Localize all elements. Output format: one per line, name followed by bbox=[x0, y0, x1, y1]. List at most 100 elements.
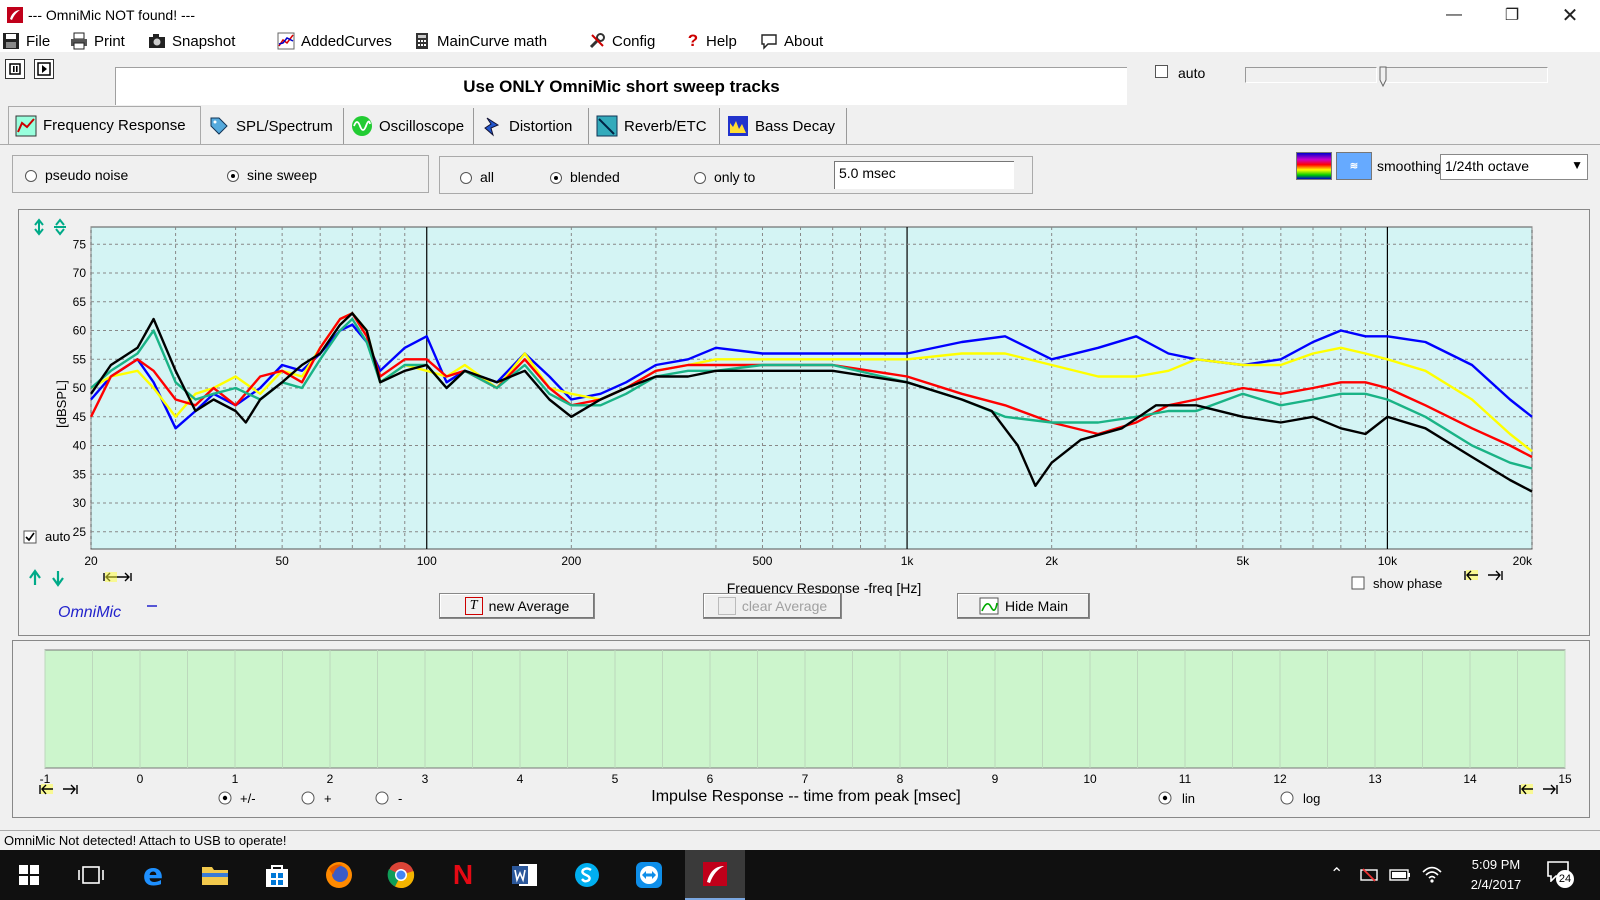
taskbar-skype[interactable] bbox=[558, 850, 616, 900]
y-shift-buttons[interactable] bbox=[29, 569, 64, 587]
tab-bass-decay[interactable]: Bass Decay bbox=[721, 108, 847, 144]
tab-reverb-etc-label: Reverb/ETC bbox=[624, 117, 707, 135]
tray-chevron-up-icon[interactable]: ⌃ bbox=[1330, 864, 1343, 884]
show-phase-checkbox[interactable] bbox=[1351, 576, 1365, 590]
impulse-tick-label: 3 bbox=[422, 772, 429, 786]
clock-date[interactable]: 2/4/2017 bbox=[1454, 877, 1538, 892]
play-button[interactable] bbox=[34, 59, 54, 79]
taskbar-file-explorer[interactable] bbox=[186, 850, 244, 900]
close-button[interactable]: ✕ bbox=[1541, 0, 1599, 30]
auto-scale-control[interactable]: auto bbox=[23, 529, 70, 544]
battery-icon[interactable] bbox=[1389, 866, 1411, 884]
menu-snapshot[interactable]: Snapshot bbox=[148, 31, 235, 51]
y-expand-icon[interactable] bbox=[34, 218, 44, 236]
menu-file[interactable]: File bbox=[2, 31, 50, 51]
menu-addedcurves[interactable]: AddedCurves bbox=[277, 31, 392, 51]
taskbar-store[interactable] bbox=[248, 850, 306, 900]
tag-icon bbox=[210, 117, 228, 135]
only-to-radio[interactable] bbox=[694, 172, 706, 184]
x-shift-buttons-right[interactable] bbox=[1464, 570, 1503, 581]
all-radio[interactable] bbox=[460, 172, 472, 184]
arrow-right-icon-2[interactable] bbox=[1488, 570, 1503, 581]
y-zoom-buttons[interactable] bbox=[34, 218, 66, 236]
y-axis-label: [dBSPL] bbox=[54, 380, 69, 428]
level-slider-left[interactable] bbox=[1245, 67, 1377, 83]
x-shift-buttons-left[interactable] bbox=[103, 572, 132, 582]
taskbar-firefox[interactable] bbox=[310, 850, 368, 900]
taskbar-teamviewer[interactable] bbox=[620, 850, 678, 900]
windows-logo-icon bbox=[19, 865, 39, 885]
tab-strip-divider bbox=[0, 144, 1600, 145]
tab-oscilloscope[interactable]: Oscilloscope bbox=[345, 108, 474, 144]
clock-time[interactable]: 5:09 PM bbox=[1454, 857, 1538, 872]
x-tick-label: 200 bbox=[561, 554, 581, 568]
arrow-down-icon[interactable] bbox=[52, 571, 64, 587]
impulse-shift-right[interactable] bbox=[1519, 784, 1558, 795]
action-center-button[interactable]: 24 bbox=[1546, 860, 1576, 890]
tab-frequency-response[interactable]: Frequency Response bbox=[8, 106, 201, 144]
minimize-button[interactable]: — bbox=[1425, 0, 1483, 30]
level-slider-right[interactable] bbox=[1379, 66, 1548, 88]
taskbar-edge[interactable]: e bbox=[124, 850, 182, 900]
x-tick-label: 50 bbox=[275, 554, 289, 568]
impulse-shift-left[interactable] bbox=[39, 784, 78, 795]
menu-snapshot-label: Snapshot bbox=[172, 32, 236, 50]
graph-curves-icon bbox=[277, 32, 295, 50]
taskbar-word[interactable] bbox=[496, 850, 554, 900]
pause-button[interactable] bbox=[5, 59, 25, 79]
tab-spl-spectrum[interactable]: SPL/Spectrum bbox=[202, 108, 344, 144]
arrow-right-icon-4[interactable] bbox=[1543, 784, 1558, 795]
polarity-minus-label: - bbox=[398, 791, 402, 806]
y-tick-label: 70 bbox=[73, 266, 87, 280]
start-button[interactable] bbox=[0, 850, 58, 900]
tab-reverb-etc[interactable]: Reverb/ETC bbox=[590, 108, 720, 144]
smoothing-select[interactable]: 1/24th octave ▼ bbox=[1440, 154, 1588, 180]
polarity-minus-radio[interactable] bbox=[375, 791, 389, 805]
tab-distortion[interactable]: Distortion bbox=[475, 108, 589, 144]
blended-radio[interactable] bbox=[550, 172, 562, 184]
auto-checkbox[interactable] bbox=[1155, 65, 1168, 78]
log-radio[interactable] bbox=[1280, 791, 1294, 805]
new-average-button[interactable]: T new Average bbox=[439, 593, 595, 619]
arrow-up-icon[interactable] bbox=[29, 569, 41, 585]
menu-maincurve-math[interactable]: MainCurve math bbox=[413, 31, 547, 51]
frequency-response-chart: 25 30 35 40 45 50 55 60 65 70 75 20 50 100 200 500 1k 2k 5… bbox=[23, 218, 1533, 621]
sine-sweep-radio[interactable] bbox=[227, 170, 239, 182]
menu-about[interactable]: About bbox=[760, 31, 823, 51]
instruction-banner: Use ONLY OmniMic short sweep tracks bbox=[115, 67, 1127, 105]
taskbar-omnimic[interactable] bbox=[685, 850, 745, 900]
spectrogram-button[interactable]: ≋ bbox=[1336, 152, 1372, 180]
menu-config[interactable]: Config bbox=[588, 31, 655, 51]
menu-maincurve-math-label: MainCurve math bbox=[437, 32, 548, 50]
show-phase-control[interactable]: show phase bbox=[1351, 576, 1442, 591]
smoothing-label: smoothing bbox=[1377, 158, 1442, 174]
log-label: log bbox=[1303, 791, 1320, 806]
window-time-input[interactable]: 5.0 msec bbox=[834, 161, 1014, 189]
pseudo-noise-radio[interactable] bbox=[25, 170, 37, 182]
hide-main-button[interactable]: Hide Main bbox=[957, 593, 1090, 619]
menu-print[interactable]: Print bbox=[70, 31, 125, 51]
waterfall-button[interactable] bbox=[1296, 152, 1332, 180]
speech-bubble-icon bbox=[761, 34, 777, 50]
polarity-plus-radio[interactable] bbox=[301, 791, 315, 805]
menu-config-label: Config bbox=[612, 32, 656, 50]
arrow-right-icon[interactable] bbox=[117, 572, 132, 582]
all-label: all bbox=[480, 169, 495, 185]
y-compress-icon[interactable] bbox=[54, 218, 66, 236]
network-adapter-icon[interactable] bbox=[1359, 865, 1379, 885]
slider-thumb[interactable] bbox=[1379, 66, 1387, 88]
taskbar-chrome[interactable] bbox=[372, 850, 430, 900]
auto-scale-checkbox[interactable] bbox=[23, 530, 37, 544]
wifi-icon[interactable] bbox=[1421, 863, 1443, 885]
omnimic-app-icon bbox=[7, 7, 23, 23]
taskbar-netflix[interactable]: N bbox=[434, 850, 492, 900]
auto-label: auto bbox=[1178, 65, 1206, 81]
hide-main-label: Hide Main bbox=[1004, 598, 1069, 614]
restore-button[interactable]: ❐ bbox=[1483, 0, 1541, 30]
menu-help[interactable]: ? Help bbox=[686, 31, 737, 51]
x-tick-label: 2k bbox=[1045, 554, 1059, 568]
clear-average-button[interactable]: clear Average bbox=[703, 593, 842, 619]
menu-addedcurves-label: AddedCurves bbox=[301, 32, 392, 50]
arrow-right-icon-3[interactable] bbox=[63, 784, 78, 795]
task-view-button[interactable] bbox=[62, 850, 120, 900]
